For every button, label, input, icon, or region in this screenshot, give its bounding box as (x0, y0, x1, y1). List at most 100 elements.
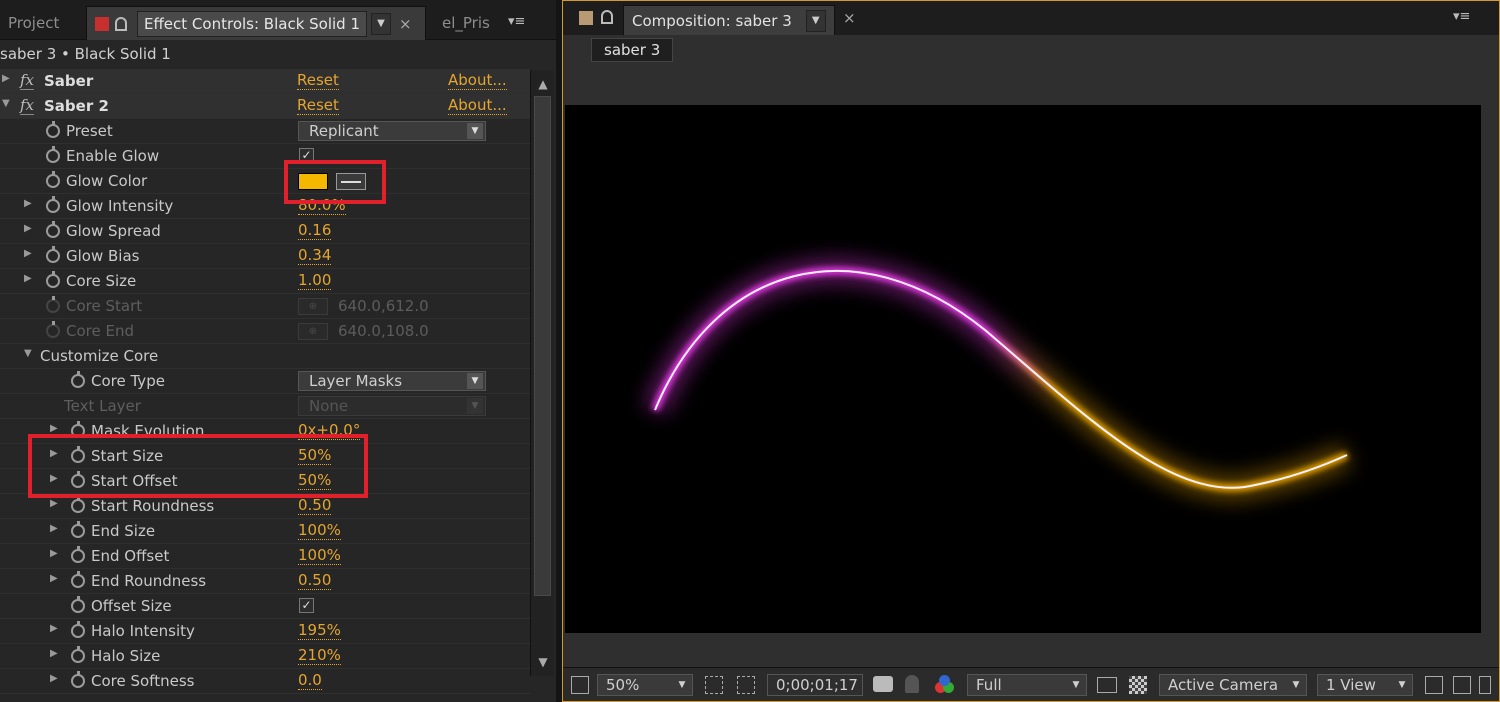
stopwatch-icon[interactable] (46, 196, 60, 213)
resolution-dropdown[interactable]: Full ▼ (967, 674, 1087, 696)
chevron-down-icon: ▼ (467, 398, 483, 414)
expand-arrow-icon[interactable]: ▶ (50, 673, 58, 684)
stopwatch-icon[interactable] (71, 546, 85, 563)
expand-arrow-icon[interactable]: ▶ (24, 223, 32, 234)
camera-snapshot-icon[interactable] (873, 676, 893, 692)
reset-link[interactable]: Reset (297, 97, 339, 115)
reset-link[interactable]: Reset (297, 72, 339, 90)
transparency-grid-icon[interactable] (1129, 676, 1147, 694)
close-icon[interactable]: × (399, 15, 412, 33)
flowchart-icon[interactable] (1479, 676, 1491, 694)
stopwatch-icon[interactable] (46, 121, 60, 138)
property-label: Halo Intensity (91, 622, 195, 640)
property-row-preset: Preset Replicant ▼ (0, 119, 530, 144)
group-row-customize-core[interactable]: ▼ Customize Core (0, 344, 530, 369)
property-row-glow-intensity: ▶ Glow Intensity 80.0% (0, 194, 530, 219)
stopwatch-icon[interactable] (46, 221, 60, 238)
expand-arrow-icon[interactable]: ▶ (24, 248, 32, 259)
scroll-up-icon[interactable]: ▲ (535, 76, 551, 92)
core-type-dropdown[interactable]: Layer Masks ▼ (298, 371, 486, 391)
property-value[interactable]: 210% (298, 647, 341, 665)
expand-arrow-icon[interactable]: ▶ (24, 198, 32, 209)
property-value[interactable]: 0.34 (298, 247, 332, 265)
zoom-dropdown[interactable]: 50% ▼ (597, 674, 693, 696)
property-value[interactable]: 0.50 (298, 572, 332, 590)
tab-composition[interactable]: Composition: saber 3 ▼ (623, 5, 835, 35)
region-of-interest-icon[interactable] (705, 676, 723, 694)
lock-icon[interactable] (115, 16, 127, 31)
property-row-end-size: ▶ End Size 100% (0, 519, 530, 544)
property-value[interactable]: 100% (298, 522, 341, 540)
saber-render (642, 258, 1353, 501)
property-label: Offset Size (91, 597, 172, 615)
fast-previews-icon[interactable] (1453, 676, 1471, 694)
stopwatch-icon[interactable] (71, 596, 85, 613)
scroll-down-icon[interactable]: ▼ (535, 654, 551, 670)
stopwatch-icon[interactable] (71, 371, 85, 388)
stopwatch-icon[interactable] (46, 271, 60, 288)
chevron-down-icon[interactable]: ▼ (371, 12, 392, 35)
effect-row-saber-2[interactable]: ▼ fx Saber 2 Reset About... (0, 94, 530, 119)
collapse-arrow-icon[interactable]: ▼ (24, 348, 32, 359)
timeline-icon[interactable] (1425, 676, 1443, 694)
expand-arrow-icon[interactable]: ▶ (50, 498, 58, 509)
expand-arrow-icon[interactable]: ▶ (50, 423, 58, 434)
stopwatch-icon[interactable] (46, 246, 60, 263)
stopwatch-icon[interactable] (71, 496, 85, 513)
offset-size-checkbox[interactable]: ✓ (299, 598, 314, 613)
scrollbar-thumb[interactable] (534, 96, 551, 596)
collapse-arrow-icon[interactable]: ▼ (2, 98, 10, 109)
rgb-channels-icon[interactable] (935, 675, 955, 695)
camera-dropdown[interactable]: Active Camera ▼ (1159, 674, 1307, 696)
expand-arrow-icon[interactable]: ▶ (50, 548, 58, 559)
property-label: End Size (91, 522, 156, 540)
stopwatch-icon[interactable] (71, 571, 85, 588)
about-link[interactable]: About... (448, 97, 507, 115)
expand-arrow-icon[interactable]: ▶ (50, 573, 58, 584)
expand-arrow-icon[interactable]: ▶ (50, 523, 58, 534)
close-icon[interactable]: × (843, 9, 856, 27)
views-dropdown[interactable]: 1 View ▼ (1317, 674, 1413, 696)
effect-panel-scrollbar[interactable]: ▲ ▼ (530, 70, 554, 676)
property-value[interactable]: 1.00 (298, 272, 332, 290)
expand-arrow-icon[interactable]: ▶ (50, 648, 58, 659)
property-value[interactable]: 100% (298, 547, 341, 565)
toggle-transparency-grid-icon[interactable] (737, 676, 755, 694)
stopwatch-icon[interactable] (71, 521, 85, 538)
panel-menu-icon[interactable]: ▾≡ (1453, 9, 1470, 24)
expand-arrow-icon[interactable]: ▶ (50, 623, 58, 634)
text-layer-dropdown: None ▼ (298, 396, 486, 416)
property-value[interactable]: 0.0 (298, 672, 322, 690)
tab-truncated-label: el_Pris (442, 14, 490, 32)
property-row-offset-size: Offset Size ✓ (0, 594, 530, 619)
comp-breadcrumb-tab[interactable]: saber 3 (591, 38, 674, 62)
tab-project[interactable]: Project (0, 6, 80, 40)
property-value[interactable]: 0.50 (298, 497, 332, 515)
chevron-down-icon[interactable]: ▼ (805, 9, 826, 32)
property-value: 640.0,612.0 (338, 297, 429, 315)
property-value[interactable]: 0.16 (298, 222, 332, 240)
about-link[interactable]: About... (448, 72, 507, 90)
property-label: End Roundness (91, 572, 207, 590)
panel-menu-icon[interactable]: ▾≡ (508, 14, 525, 29)
always-preview-icon[interactable] (571, 676, 589, 694)
stopwatch-icon[interactable] (71, 646, 85, 663)
expand-arrow-icon[interactable]: ▶ (24, 273, 32, 284)
expand-arrow-icon[interactable]: ▶ (2, 73, 10, 84)
stopwatch-icon[interactable] (71, 671, 85, 688)
timecode-field[interactable]: 0;00;01;17 (767, 674, 863, 696)
effect-row-saber[interactable]: ▶ fx Saber Reset About... (0, 69, 530, 94)
property-row-enable-glow: Enable Glow ✓ (0, 144, 530, 169)
lock-icon[interactable] (601, 10, 613, 24)
property-value[interactable]: 195% (298, 622, 341, 640)
stopwatch-icon[interactable] (71, 621, 85, 638)
stopwatch-icon[interactable] (46, 146, 60, 163)
stopwatch-icon[interactable] (46, 171, 60, 188)
show-snapshot-icon[interactable] (905, 675, 919, 693)
target-region-icon[interactable] (1097, 677, 1117, 693)
tab-effect-controls[interactable]: Effect Controls: Black Solid 1 ▼ × (86, 6, 426, 40)
composition-viewer[interactable] (565, 105, 1481, 633)
preset-dropdown[interactable]: Replicant ▼ (298, 121, 486, 141)
fx-icon: fx (20, 71, 35, 90)
property-row-glow-bias: ▶ Glow Bias 0.34 (0, 244, 530, 269)
